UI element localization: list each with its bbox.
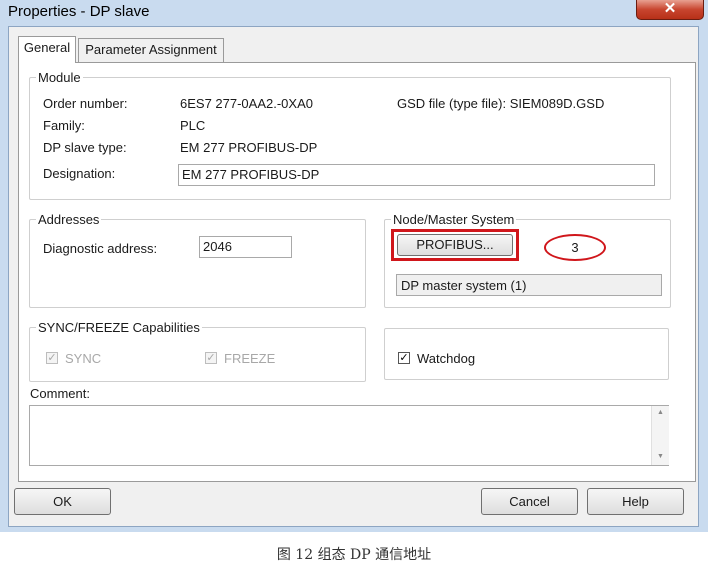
comment-textarea[interactable] — [29, 405, 669, 466]
dp-slave-type-label: DP slave type: — [43, 140, 127, 155]
close-button[interactable]: ✕ — [636, 0, 704, 20]
tab-general[interactable]: General — [18, 36, 76, 63]
comment-scrollbar[interactable]: ▲ ▼ — [651, 406, 669, 465]
diagnostic-address-input[interactable]: 2046 — [199, 236, 292, 258]
profibus-button[interactable]: PROFIBUS... — [397, 234, 513, 256]
family-label: Family: — [43, 118, 85, 133]
annotation-number: 3 — [571, 240, 579, 255]
addresses-legend: Addresses — [38, 212, 100, 227]
check-icon: ✓ — [399, 352, 409, 364]
freeze-checkbox[interactable]: ✓ — [205, 352, 217, 364]
watchdog-label: Watchdog — [417, 351, 476, 366]
freeze-label: FREEZE — [224, 351, 276, 366]
dp-slave-type-value: EM 277 PROFIBUS-DP — [180, 140, 318, 155]
cancel-button[interactable]: Cancel — [481, 488, 578, 515]
designation-input[interactable]: EM 277 PROFIBUS-DP — [178, 164, 655, 186]
master-system-field: DP master system (1) — [396, 274, 662, 296]
window-title: Properties - DP slave — [8, 3, 150, 20]
close-icon: ✕ — [663, 0, 677, 17]
annotation-ellipse: 3 — [544, 234, 606, 261]
node-master-legend: Node/Master System — [393, 212, 515, 227]
sync-freeze-legend: SYNC/FREEZE Capabilities — [38, 320, 200, 335]
tab-parameter-assignment[interactable]: Parameter Assignment — [78, 38, 224, 63]
family-value: PLC — [180, 118, 206, 133]
sync-label: SYNC — [65, 351, 102, 366]
addresses-group: Addresses — [29, 212, 366, 308]
check-icon: ✓ — [47, 352, 57, 364]
ok-button[interactable]: OK — [14, 488, 111, 515]
order-number-value: 6ES7 277-0AA2.-0XA0 — [180, 96, 313, 111]
scroll-down-icon[interactable]: ▼ — [652, 453, 669, 460]
watchdog-checkbox[interactable]: ✓ — [398, 352, 410, 364]
sync-checkbox[interactable]: ✓ — [46, 352, 58, 364]
order-number-label: Order number: — [43, 96, 128, 111]
check-icon: ✓ — [206, 352, 216, 364]
gsd-file-text: GSD file (type file): SIEM089D.GSD — [397, 96, 605, 111]
scroll-up-icon[interactable]: ▲ — [652, 409, 669, 416]
help-button[interactable]: Help — [587, 488, 684, 515]
designation-label: Designation: — [43, 166, 116, 181]
module-legend: Module — [38, 70, 81, 85]
diagnostic-address-label: Diagnostic address: — [43, 241, 158, 256]
figure-caption: 图 12 组态 DP 通信地址 — [276, 547, 432, 563]
comment-label: Comment: — [30, 386, 90, 401]
